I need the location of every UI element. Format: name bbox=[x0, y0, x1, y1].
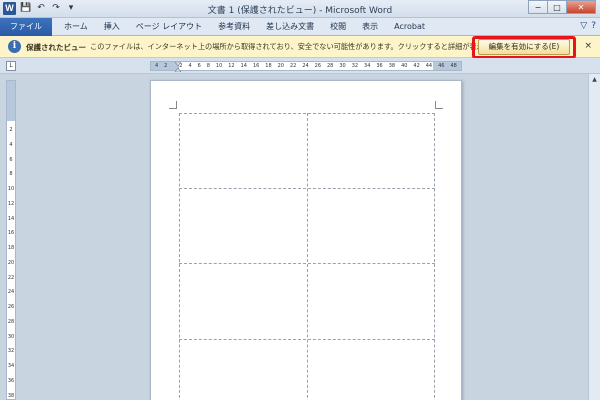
vertical-ruler-number: 38 bbox=[7, 392, 15, 399]
tab-view[interactable]: 表示 bbox=[354, 18, 386, 36]
vertical-ruler-number: 24 bbox=[7, 289, 15, 296]
indent-marker-icon[interactable] bbox=[175, 62, 181, 72]
ruler-top-margin bbox=[7, 81, 15, 121]
close-message-bar-icon[interactable]: × bbox=[584, 41, 592, 51]
ruler-number: 40 bbox=[401, 63, 408, 69]
close-button[interactable]: ✕ bbox=[566, 0, 596, 14]
ruler-number: 48 bbox=[450, 63, 457, 69]
vertical-ruler-number: 20 bbox=[7, 259, 15, 266]
minimize-ribbon-icon[interactable]: ▽ bbox=[580, 21, 587, 31]
vertical-ruler-number: 28 bbox=[7, 318, 15, 325]
vertical-ruler-number: 10 bbox=[7, 186, 15, 193]
ruler-number: 30 bbox=[339, 63, 346, 69]
ruler-number: 6 bbox=[197, 63, 201, 69]
tab-insert[interactable]: 挿入 bbox=[96, 18, 128, 36]
crop-mark-top-left bbox=[169, 101, 177, 109]
message-bar-title: 保護されたビュー bbox=[26, 43, 86, 52]
title-bar: W 💾 ↶ ↷ ▾ 文書 1 (保護されたビュー) - Microsoft Wo… bbox=[0, 0, 600, 18]
ruler-number: 22 bbox=[289, 63, 297, 69]
ruler-number: 8 bbox=[206, 63, 210, 69]
vertical-ruler-number: 12 bbox=[7, 200, 15, 207]
message-bar-text[interactable]: このファイルは、インターネット上の場所から取得されており、安全でない可能性があり… bbox=[90, 42, 519, 52]
ruler-number: 46 bbox=[438, 63, 445, 69]
ruler-number: 34 bbox=[364, 63, 371, 69]
ribbon-tab-bar: ファイル ホーム 挿入 ページ レイアウト 参考資料 差し込み文書 校閲 表示 … bbox=[0, 18, 600, 36]
vertical-ruler-number: 2 bbox=[9, 127, 13, 133]
ruler-number: 24 bbox=[302, 63, 309, 69]
tab-selector[interactable]: L bbox=[6, 61, 16, 71]
ruler-number: 16 bbox=[252, 63, 260, 69]
info-icon: i bbox=[8, 40, 21, 53]
vertical-scrollbar[interactable]: ▲ bbox=[588, 74, 600, 400]
scroll-up-icon[interactable]: ▲ bbox=[590, 76, 599, 86]
ruler-number: 14 bbox=[240, 63, 247, 69]
vertical-ruler-number: 4 bbox=[9, 141, 13, 148]
vertical-ruler-number: 16 bbox=[7, 230, 15, 237]
document-page[interactable] bbox=[150, 80, 462, 400]
ruler-number: 20 bbox=[277, 63, 284, 69]
ruler-number: 38 bbox=[388, 63, 396, 69]
vertical-ruler-number: 18 bbox=[7, 245, 15, 252]
ruler-number: 32 bbox=[351, 63, 359, 69]
vertical-ruler-number: 26 bbox=[7, 304, 15, 311]
ribbon-right-controls: ▽ ? bbox=[580, 21, 596, 31]
ruler-number: 18 bbox=[265, 63, 272, 69]
ruler-number: 2 bbox=[164, 63, 168, 69]
tab-references[interactable]: 参考資料 bbox=[210, 18, 258, 36]
vertical-ruler-number: 14 bbox=[7, 215, 15, 222]
ruler-number: 28 bbox=[327, 63, 334, 69]
horizontal-ruler[interactable]: 4 2 2 4 6 8 10 12 14 16 18 20 22 24 26 28 30 32 34 36 38 40 42… bbox=[150, 61, 462, 71]
vertical-ruler-numbers: 2 4 6 8 10 12 14 16 18 20 22 24 26 28 30 32 34 36 38 bbox=[7, 127, 15, 399]
tab-acrobat[interactable]: Acrobat bbox=[386, 18, 433, 36]
ruler-number: 42 bbox=[413, 63, 420, 69]
ribbon-tabs: ファイル ホーム 挿入 ページ レイアウト 参考資料 差し込み文書 校閲 表示 … bbox=[0, 18, 433, 36]
crop-mark-top-right bbox=[435, 101, 443, 109]
tab-file[interactable]: ファイル bbox=[0, 18, 52, 36]
maximize-button[interactable]: □ bbox=[547, 0, 567, 14]
ruler-number: 4 bbox=[155, 63, 159, 69]
tab-page-layout[interactable]: ページ レイアウト bbox=[128, 18, 210, 36]
vertical-ruler-number: 8 bbox=[9, 171, 13, 178]
ruler-number: 36 bbox=[376, 63, 383, 69]
enable-editing-button[interactable]: 編集を有効にする(E) bbox=[478, 39, 570, 55]
table-column-line bbox=[307, 113, 308, 400]
tab-home[interactable]: ホーム bbox=[56, 18, 96, 36]
tab-review[interactable]: 校閲 bbox=[322, 18, 354, 36]
vertical-ruler-number: 36 bbox=[7, 378, 15, 385]
help-icon[interactable]: ? bbox=[591, 21, 596, 31]
window-controls: − □ ✕ bbox=[528, 0, 596, 14]
ruler-numbers: 4 2 2 4 6 8 10 12 14 16 18 20 22 24 26 28 30 32 34 36 38 40 42… bbox=[155, 62, 457, 70]
vertical-ruler-number: 6 bbox=[9, 156, 13, 163]
ruler-number: 12 bbox=[228, 63, 235, 69]
ruler-number: 10 bbox=[215, 63, 223, 69]
ruler-number: 4 bbox=[188, 63, 192, 69]
vertical-ruler[interactable]: 2 4 6 8 10 12 14 16 18 20 22 24 26 28 30 32 34 36 38 bbox=[6, 80, 16, 400]
window-title: 文書 1 (保護されたビュー) - Microsoft Word bbox=[207, 6, 393, 16]
ruler-number: 44 bbox=[425, 63, 433, 69]
horizontal-ruler-row: L 4 2 2 4 6 8 10 12 14 16 18 20 22 24 26 28 30 32 34 36 38 40… bbox=[0, 58, 600, 74]
vertical-ruler-number: 34 bbox=[7, 363, 15, 370]
vertical-ruler-number: 22 bbox=[7, 274, 15, 281]
minimize-button[interactable]: − bbox=[528, 0, 548, 14]
vertical-ruler-number: 30 bbox=[7, 333, 15, 340]
ruler-number: 26 bbox=[314, 63, 322, 69]
tab-mailings[interactable]: 差し込み文書 bbox=[258, 18, 322, 36]
vertical-ruler-number: 32 bbox=[7, 348, 15, 355]
